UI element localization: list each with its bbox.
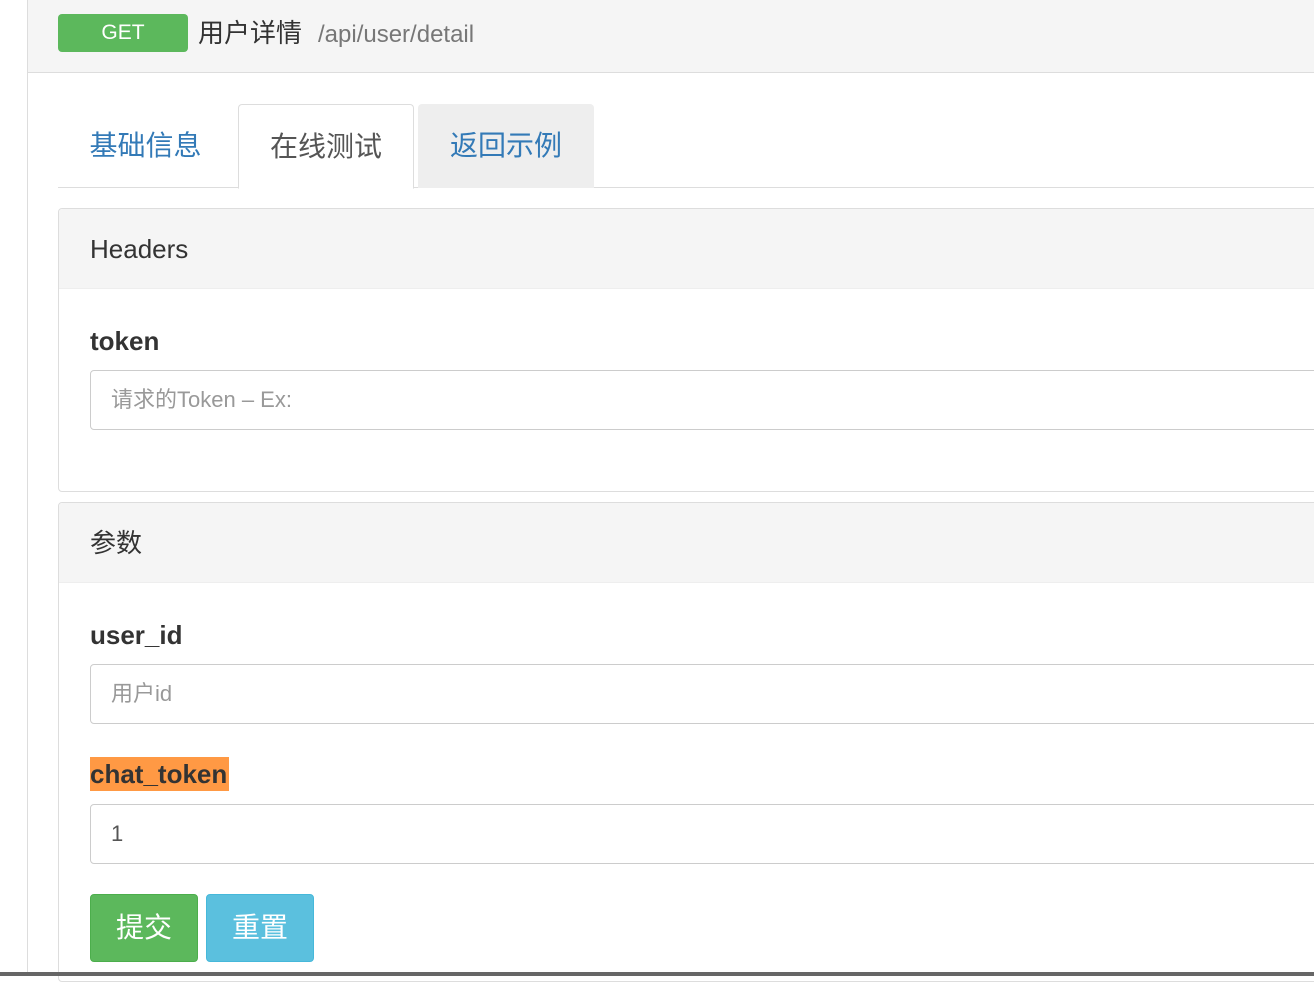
method-badge: GET [58,14,188,52]
left-gutter [0,0,28,976]
token-label: token [90,324,159,358]
chat-token-input[interactable] [90,804,1314,864]
api-path: /api/user/detail [318,18,474,52]
chat-token-label: chat_token [90,757,229,791]
submit-button[interactable]: 提交 [90,894,198,962]
tab-basic-info[interactable]: 基础信息 [58,104,233,188]
tab-response-example[interactable]: 返回示例 [418,104,594,188]
token-input[interactable] [90,370,1314,430]
tab-online-test[interactable]: 在线测试 [238,104,414,189]
bottom-border [0,972,1314,976]
tab-bar: 基础信息 在线测试 返回示例 [58,104,1314,188]
params-panel-title: 参数 [59,503,1314,583]
user-id-label: user_id [90,618,183,652]
headers-panel-title: Headers [59,209,1314,289]
user-id-input[interactable] [90,664,1314,724]
reset-button[interactable]: 重置 [206,894,314,962]
headers-panel: Headers token [58,208,1314,492]
api-header: GET 用户详情 /api/user/detail [28,0,1314,73]
api-title: 用户详情 [198,16,302,50]
